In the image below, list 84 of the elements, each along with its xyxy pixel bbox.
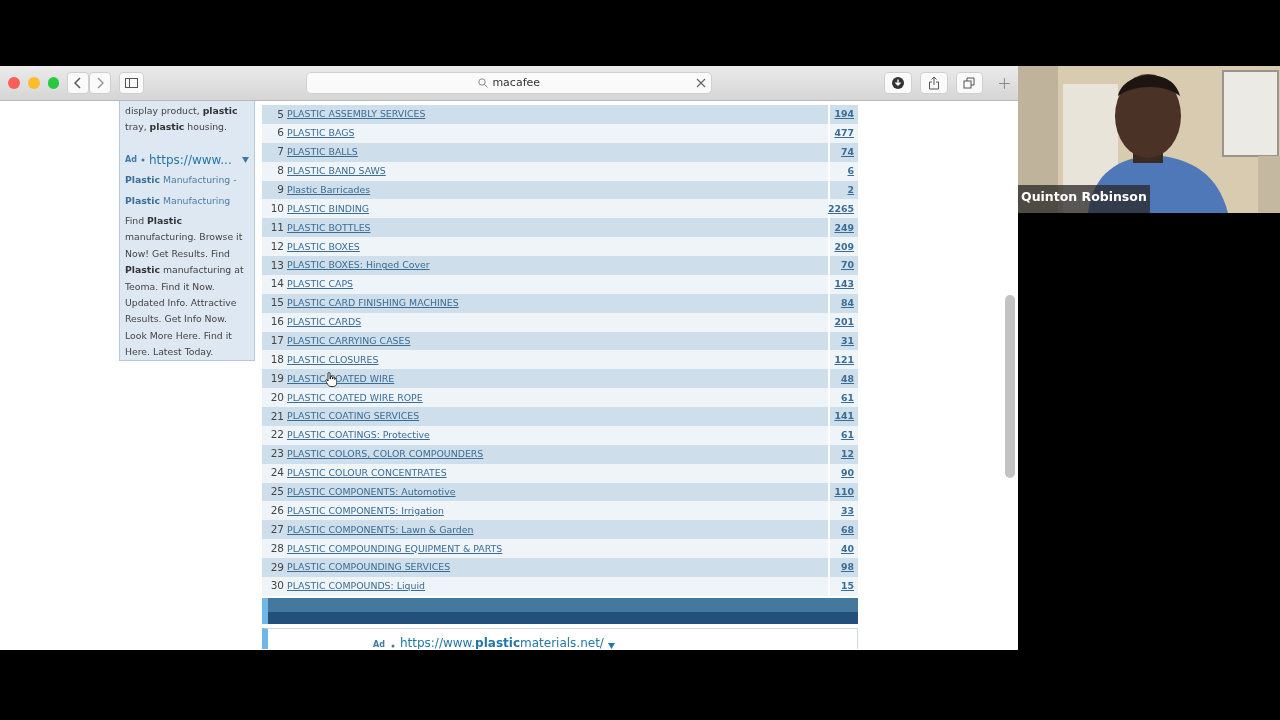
sidebar-button[interactable] bbox=[119, 72, 145, 94]
clear-icon[interactable] bbox=[696, 78, 707, 88]
download-icon bbox=[892, 77, 905, 89]
separator-dot-icon bbox=[390, 644, 395, 649]
row-number: 23 bbox=[269, 446, 285, 462]
category-link[interactable]: PLASTIC CARD FINISHING MACHINES bbox=[286, 296, 828, 311]
row-number: 26 bbox=[269, 502, 285, 518]
dropdown-caret-icon[interactable] bbox=[607, 642, 615, 649]
share-icon bbox=[927, 76, 940, 90]
row-number: 12 bbox=[269, 238, 285, 254]
new-tab-button[interactable] bbox=[999, 77, 1010, 89]
chevron-left-icon bbox=[74, 77, 83, 89]
category-link[interactable]: Plastic Barricades bbox=[286, 182, 828, 197]
ad-url-link[interactable]: https://www.plasticmaterials.net/ bbox=[399, 635, 604, 649]
row-number: 15 bbox=[269, 295, 285, 311]
category-link[interactable]: PLASTIC CARDS bbox=[286, 315, 828, 330]
row-number: 9 bbox=[276, 182, 285, 198]
category-link[interactable]: PLASTIC CAPS bbox=[286, 277, 828, 292]
close-window-button[interactable] bbox=[8, 77, 20, 89]
ad-text: display product, plastic tray, plastic housing. bbox=[125, 104, 239, 135]
ad-title-link[interactable]: Plastic Manufacturing bbox=[125, 192, 249, 210]
category-link[interactable]: PLASTIC COLOUR CONCENTRATES bbox=[286, 466, 828, 481]
row-number: 6 bbox=[276, 125, 285, 141]
category-link[interactable]: PLASTIC COATING SERVICES bbox=[286, 409, 828, 424]
row-number: 19 bbox=[269, 370, 285, 386]
ad-header[interactable]: Ad https://www... bbox=[125, 151, 249, 169]
category-link[interactable]: PLASTIC BOXES: Hinged Cover bbox=[286, 258, 828, 273]
downloads-button[interactable] bbox=[884, 72, 912, 94]
category-link[interactable]: PLASTIC BOXES bbox=[286, 239, 828, 254]
category-link[interactable]: PLASTIC COMPONENTS: Automotive bbox=[286, 484, 828, 499]
category-link[interactable]: PLASTIC CLOSURES bbox=[286, 352, 828, 367]
zoom-button[interactable] bbox=[47, 77, 60, 89]
row-number: 18 bbox=[269, 351, 285, 367]
row-number: 8 bbox=[276, 163, 285, 179]
category-link[interactable]: PLASTIC COMPONENTS: Irrigation bbox=[286, 503, 828, 518]
row-number: 28 bbox=[269, 540, 285, 556]
category-link[interactable]: PLASTIC BALLS bbox=[286, 145, 828, 160]
tabs-button[interactable] bbox=[955, 72, 984, 94]
row-number: 30 bbox=[269, 578, 285, 594]
row-number: 5 bbox=[276, 106, 285, 122]
search-icon bbox=[478, 78, 489, 88]
row-number: 13 bbox=[269, 257, 285, 273]
category-link[interactable]: PLASTIC BAGS bbox=[286, 126, 828, 141]
ad-description: Find Plastic manufacturing. Browse it Now! Get Results. Find Plastic manufacturing at Teoma. Find it Now. Updated Info. Attractive Results. Get Info Now. Look More Here. Find it Here. Latest Today. bbox=[125, 214, 245, 360]
forward-button[interactable] bbox=[89, 72, 112, 94]
separator-dot-icon bbox=[140, 158, 145, 162]
category-link[interactable]: PLASTIC COMPONENTS: Lawn & Garden bbox=[286, 522, 828, 537]
count-link[interactable]: 15 bbox=[828, 576, 858, 596]
dropdown-caret-icon[interactable] bbox=[242, 157, 249, 163]
category-link[interactable]: PLASTIC BAND SAWS bbox=[286, 164, 828, 179]
category-link[interactable]: PLASTIC CARRYING CASES bbox=[286, 333, 828, 348]
row-number: 29 bbox=[269, 559, 285, 575]
category-link[interactable]: PLASTIC COMPOUNDS: Liquid bbox=[286, 579, 828, 594]
back-button[interactable] bbox=[67, 72, 90, 94]
category-link[interactable]: PLASTIC BOTTLES bbox=[286, 220, 828, 235]
scrollbar-thumb[interactable] bbox=[1005, 295, 1015, 478]
category-link[interactable]: PLASTIC COATED WIRE ROPE bbox=[286, 390, 828, 405]
row-number: 7 bbox=[276, 144, 285, 160]
category-link[interactable]: PLASTIC BINDING bbox=[286, 201, 828, 216]
address-field[interactable]: macafee bbox=[306, 72, 713, 94]
category-link[interactable]: PLASTIC COMPOUNDING SERVICES bbox=[286, 560, 828, 575]
ad-label: Ad bbox=[373, 639, 385, 649]
tabs-icon bbox=[963, 77, 976, 89]
category-link[interactable]: PLASTIC ASSEMBLY SERVICES bbox=[286, 107, 828, 122]
participant-name: Quinton Robinson bbox=[1018, 185, 1150, 213]
row-number: 22 bbox=[269, 427, 285, 443]
row-number: 20 bbox=[269, 389, 285, 405]
category-link[interactable]: PLASTIC COMPOUNDING EQUIPMENT & PARTS bbox=[286, 541, 828, 556]
row-number: 27 bbox=[269, 521, 285, 537]
sidebar-icon bbox=[125, 78, 139, 88]
row-number: 11 bbox=[269, 219, 285, 235]
chevron-right-icon bbox=[96, 77, 105, 89]
category-link[interactable]: PLASTIC COLORS, COLOR COMPOUNDERS bbox=[286, 447, 828, 462]
row-number: 10 bbox=[269, 200, 285, 216]
address-text: macafee bbox=[492, 74, 541, 91]
row-number: 17 bbox=[269, 333, 285, 349]
row-number: 14 bbox=[269, 276, 285, 292]
ad-title-link[interactable]: Plastic Manufacturing - bbox=[125, 172, 249, 189]
row-number: 25 bbox=[269, 484, 285, 500]
row-number: 21 bbox=[269, 408, 285, 424]
share-button[interactable] bbox=[919, 72, 948, 94]
row-number: 16 bbox=[269, 314, 285, 330]
category-link[interactable]: PLASTIC COATINGS: Protective bbox=[286, 428, 828, 443]
row-number: 24 bbox=[269, 465, 285, 481]
